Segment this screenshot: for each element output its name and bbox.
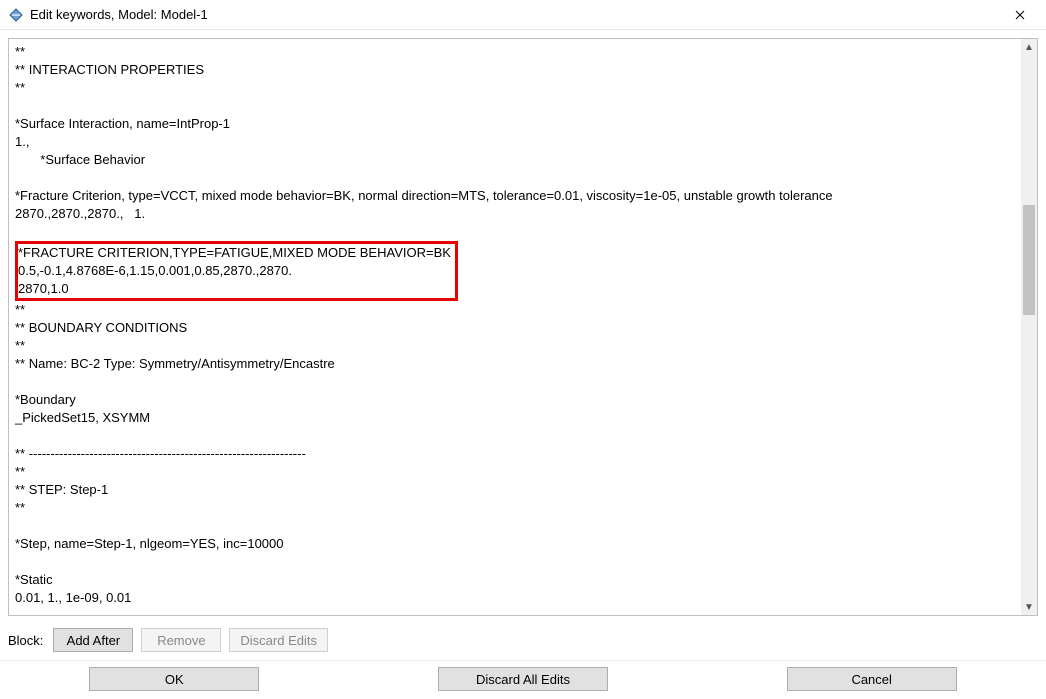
editor-line[interactable]: *FRACTURE CRITERION,TYPE=FATIGUE,MIXED M… [18,244,451,262]
block-toolbar: Block: Add After Remove Discard Edits [0,624,1046,661]
discard-all-edits-button[interactable]: Discard All Edits [438,667,608,691]
editor-line[interactable] [15,223,1015,241]
editor-line[interactable]: 2870,1.0 [18,280,451,298]
editor-line[interactable]: ** [15,43,1015,61]
editor-line[interactable]: ** INTERACTION PROPERTIES [15,61,1015,79]
editor-line[interactable]: ** [15,79,1015,97]
discard-edits-button: Discard Edits [229,628,328,652]
editor-line[interactable]: *Surface Interaction, name=IntProp-1 [15,115,1015,133]
editor-line[interactable]: ** Name: BC-2 Type: Symmetry/Antisymmetr… [15,355,1015,373]
cancel-button[interactable]: Cancel [787,667,957,691]
app-icon [8,7,24,23]
editor-line[interactable]: 0.5,-0.1,4.8768E-6,1.15,0.001,0.85,2870.… [18,262,451,280]
editor-line[interactable]: *Boundary [15,391,1015,409]
editor-line[interactable] [15,607,1015,615]
dialog-buttons: OK Discard All Edits Cancel [0,661,1046,699]
editor-line[interactable] [15,517,1015,535]
add-after-button[interactable]: Add After [53,628,133,652]
editor-line[interactable]: ** [15,301,1015,319]
editor-line[interactable]: ** [15,463,1015,481]
editor-line[interactable]: ** [15,337,1015,355]
window-title: Edit keywords, Model: Model-1 [30,7,208,22]
scroll-up-arrow-icon[interactable]: ▲ [1021,39,1037,55]
ok-button[interactable]: OK [89,667,259,691]
close-button[interactable] [998,0,1042,30]
titlebar: Edit keywords, Model: Model-1 [0,0,1046,30]
editor-line[interactable]: *Static [15,571,1015,589]
editor-line[interactable] [15,169,1015,187]
editor-line[interactable]: _PickedSet15, XSYMM [15,409,1015,427]
editor-line[interactable] [15,373,1015,391]
editor-line[interactable]: ** [15,499,1015,517]
keyword-editor[interactable]: **** INTERACTION PROPERTIES** *Surface I… [8,38,1038,616]
editor-line[interactable]: 2870.,2870.,2870., 1. [15,205,1015,223]
editor-line[interactable]: ** -------------------------------------… [15,445,1015,463]
fatigue-fracture-criterion-block[interactable]: *FRACTURE CRITERION,TYPE=FATIGUE,MIXED M… [15,241,458,301]
editor-line[interactable]: *Surface Behavior [15,151,1015,169]
editor-line[interactable] [15,553,1015,571]
close-icon [1015,10,1025,20]
scrollbar-track[interactable] [1021,55,1037,599]
editor-line[interactable] [15,97,1015,115]
editor-line[interactable] [15,427,1015,445]
editor-line[interactable]: *Step, name=Step-1, nlgeom=YES, inc=1000… [15,535,1015,553]
scrollbar-thumb[interactable] [1023,205,1035,315]
remove-button: Remove [141,628,221,652]
block-label: Block: [8,633,43,648]
editor-line[interactable]: ** BOUNDARY CONDITIONS [15,319,1015,337]
vertical-scrollbar[interactable]: ▲ ▼ [1021,39,1037,615]
editor-line[interactable]: 1., [15,133,1015,151]
scroll-down-arrow-icon[interactable]: ▼ [1021,599,1037,615]
editor-line[interactable]: ** STEP: Step-1 [15,481,1015,499]
editor-line[interactable]: 0.01, 1., 1e-09, 0.01 [15,589,1015,607]
editor-line[interactable]: *Fracture Criterion, type=VCCT, mixed mo… [15,187,1015,205]
